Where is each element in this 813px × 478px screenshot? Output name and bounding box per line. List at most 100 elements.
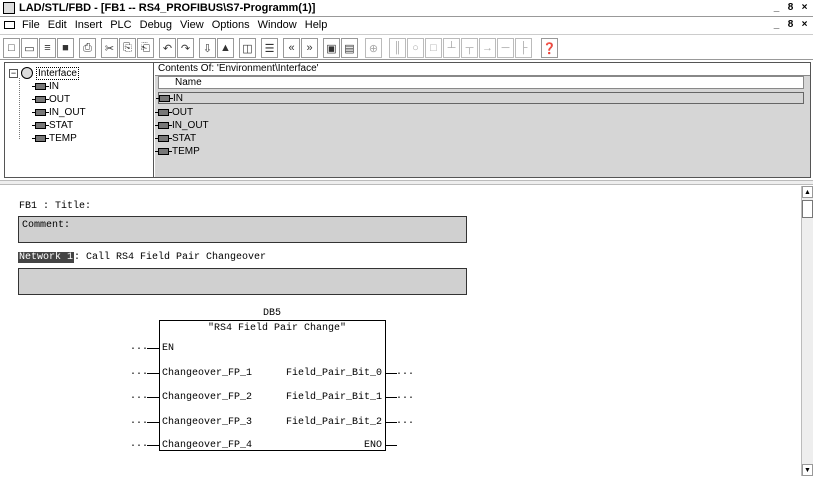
list-item[interactable]: IN <box>156 92 804 104</box>
menu-file[interactable]: File <box>22 19 40 31</box>
new-icon[interactable]: □ <box>3 38 20 58</box>
interface-pane: − Interface IN OUT IN_OUT STAT TEMP Cont… <box>4 62 811 178</box>
menu-plc[interactable]: PLC <box>110 19 131 31</box>
tree-item-temp[interactable]: TEMP <box>32 132 77 144</box>
param-field-pair-bit-0[interactable]: ... <box>396 367 414 378</box>
maximize-button[interactable]: 8 <box>784 2 797 14</box>
open-icon[interactable]: ▭ <box>21 38 38 58</box>
block-comment-box[interactable]: Comment: <box>18 216 467 243</box>
menu-bar: File Edit Insert PLC Debug View Options … <box>0 17 813 34</box>
menu-options[interactable]: Options <box>212 19 250 31</box>
box-icon[interactable]: □ <box>425 38 442 58</box>
scroll-thumb[interactable] <box>802 200 813 218</box>
detail-panel-icon[interactable]: ▤ <box>341 38 358 58</box>
list-item-label: IN <box>173 92 183 104</box>
tree-item-label: OUT <box>49 93 71 105</box>
download-icon[interactable]: ⇩ <box>199 38 216 58</box>
tree-root-label: Interface <box>36 66 79 80</box>
contents-header: Contents Of: 'Environment\Interface' <box>155 63 810 76</box>
redo-icon[interactable]: ↷ <box>177 38 194 58</box>
tree-item-label: TEMP <box>49 132 77 144</box>
accessible-nodes-icon[interactable]: ≡ <box>39 38 56 58</box>
network-comment-box[interactable] <box>18 268 467 295</box>
input-param-icon <box>32 82 49 90</box>
param-changeover-fp-1[interactable]: ... <box>130 367 148 378</box>
tree-item-out[interactable]: OUT <box>32 93 71 105</box>
tree-item-label: STAT <box>49 119 74 131</box>
param-changeover-fp-2[interactable]: ... <box>130 391 148 402</box>
block-name: "RS4 Field Pair Change" <box>208 323 347 334</box>
list-item-label: IN_OUT <box>172 119 209 131</box>
branch-open-icon[interactable]: ┴ <box>443 38 460 58</box>
document-icon[interactable] <box>4 21 15 29</box>
list-item-label: OUT <box>172 106 194 118</box>
wire-icon[interactable]: ─ <box>497 38 514 58</box>
overview-panel-icon[interactable]: ▣ <box>323 38 340 58</box>
fbd-editor[interactable]: FB1 : Title: Comment: Network 1: Call RS… <box>4 186 801 476</box>
menu-edit[interactable]: Edit <box>48 19 67 31</box>
details-icon[interactable]: ☰ <box>261 38 278 58</box>
function-block[interactable]: "RS4 Field Pair Change" EN Changeover_FP… <box>159 320 386 451</box>
cut-icon[interactable]: ✂ <box>101 38 118 58</box>
menu-help[interactable]: Help <box>305 19 328 31</box>
temp-param-icon <box>155 147 172 155</box>
menu-view[interactable]: View <box>180 19 204 31</box>
network-header[interactable]: Network 1: Call RS4 Field Pair Changeove… <box>18 252 266 263</box>
copy-icon[interactable]: ⎘ <box>119 38 136 58</box>
column-header-name[interactable]: Name <box>158 76 804 89</box>
wire-fp-2 <box>147 397 159 398</box>
coil-icon[interactable]: ○ <box>407 38 424 58</box>
wire-fp-3 <box>147 422 159 423</box>
connection-icon[interactable]: → <box>479 38 496 58</box>
param-changeover-fp-3[interactable]: ... <box>130 416 148 427</box>
tree-item-in-out[interactable]: IN_OUT <box>32 106 86 118</box>
minimize-button[interactable]: _ <box>770 2 783 14</box>
doc-close-button[interactable]: × <box>798 19 811 31</box>
collapse-icon[interactable]: − <box>9 68 18 78</box>
save-icon[interactable]: ■ <box>57 38 74 58</box>
tree-item-stat[interactable]: STAT <box>32 119 74 131</box>
overview-icon[interactable]: ◫ <box>239 38 256 58</box>
split-icon[interactable]: ├ <box>515 38 532 58</box>
wire-en <box>147 348 159 349</box>
prev-network-icon[interactable]: « <box>283 38 300 58</box>
static-param-icon <box>155 134 172 142</box>
param-field-pair-bit-1[interactable]: ... <box>396 391 414 402</box>
tree-item-in[interactable]: IN <box>32 80 59 92</box>
param-en[interactable]: ... <box>130 342 148 353</box>
param-field-pair-bit-2[interactable]: ... <box>396 416 414 427</box>
network-tag: Network 1 <box>18 252 75 263</box>
close-button[interactable]: × <box>798 2 811 14</box>
block-title[interactable]: FB1 : Title: <box>19 201 91 212</box>
doc-minimize-button[interactable]: _ <box>770 19 783 31</box>
instance-db[interactable]: DB5 <box>263 308 281 319</box>
undo-icon[interactable]: ↶ <box>159 38 176 58</box>
list-item[interactable]: OUT <box>155 106 194 118</box>
pane-splitter[interactable] <box>0 180 813 185</box>
menu-insert[interactable]: Insert <box>75 19 103 31</box>
list-item-label: STAT <box>172 132 197 144</box>
help-icon[interactable]: ❓ <box>541 38 558 58</box>
next-network-icon[interactable]: » <box>301 38 318 58</box>
menu-window[interactable]: Window <box>258 19 297 31</box>
scroll-down-icon[interactable]: ▼ <box>802 464 813 476</box>
list-item[interactable]: STAT <box>155 132 197 144</box>
new-network-icon[interactable]: ⊕ <box>365 38 382 58</box>
doc-restore-button[interactable]: 8 <box>784 19 797 31</box>
branch-close-icon[interactable]: ┬ <box>461 38 478 58</box>
scroll-up-icon[interactable]: ▲ <box>802 186 813 198</box>
paste-icon[interactable]: ⎗ <box>137 38 154 58</box>
list-item[interactable]: IN_OUT <box>155 119 209 131</box>
print-icon[interactable]: ⎙ <box>79 38 96 58</box>
interface-tree: − Interface IN OUT IN_OUT STAT TEMP <box>5 63 154 177</box>
vertical-scrollbar[interactable]: ▲ ▼ <box>801 186 813 476</box>
contact-icon[interactable]: ║ <box>389 38 406 58</box>
output-param-icon <box>32 95 49 103</box>
toolbar: □ ▭ ≡ ■ ⎙ ✂ ⎘ ⎗ ↶ ↷ ⇩ ▲ ◫ ☰ «» ▣ ▤ ⊕ ║ ○ □ ┴ ┬ → ─ ├ ❓ <box>0 34 813 60</box>
menu-debug[interactable]: Debug <box>140 19 172 31</box>
tree-item-label: IN_OUT <box>49 106 86 118</box>
title-bar: LAD/STL/FBD - [FB1 -- RS4_PROFIBUS\S7-Pr… <box>0 0 813 17</box>
param-changeover-fp-4[interactable]: ... <box>130 439 148 450</box>
list-item[interactable]: TEMP <box>155 145 200 157</box>
monitor-icon[interactable]: ▲ <box>217 38 234 58</box>
